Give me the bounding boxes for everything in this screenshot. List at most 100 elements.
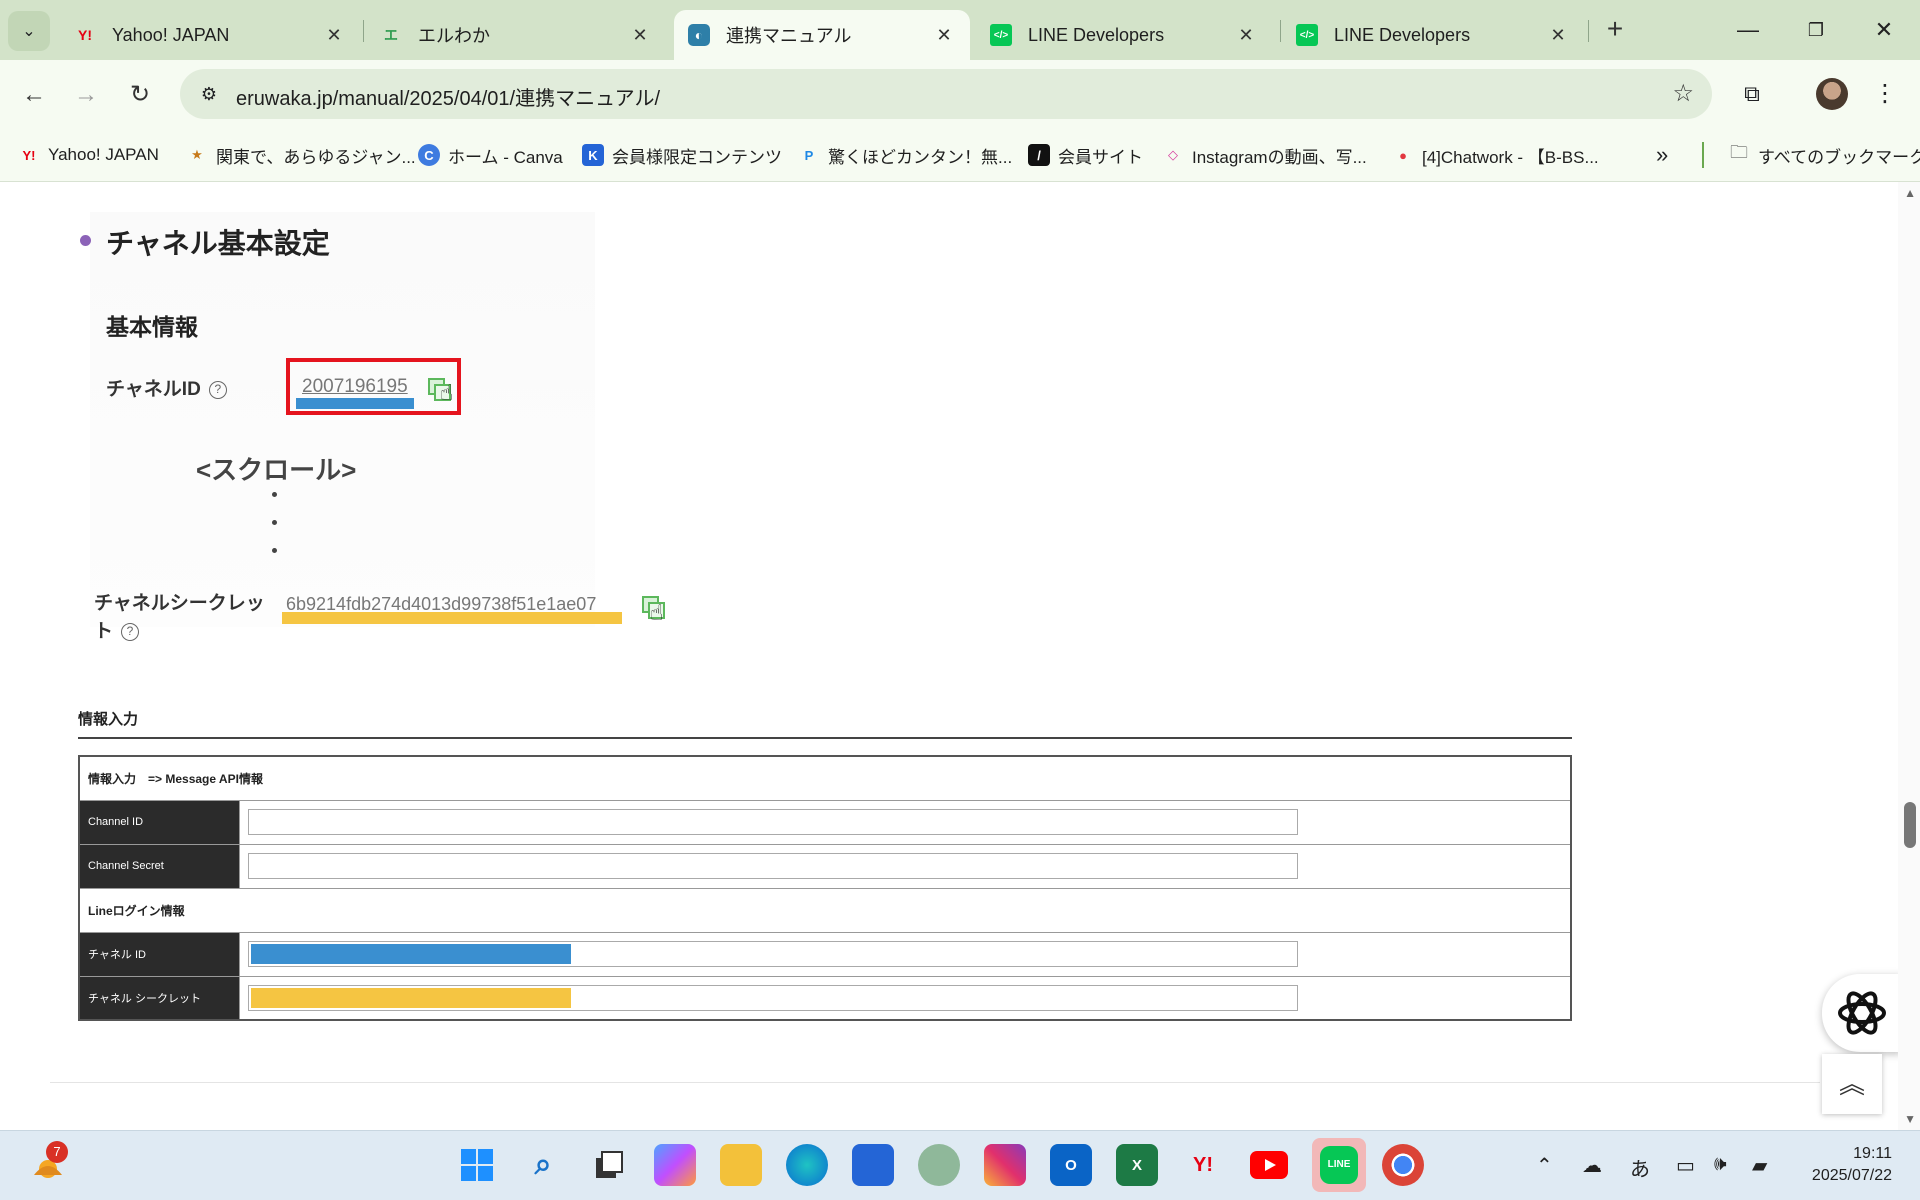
- basic-info-heading: 基本情報: [106, 314, 198, 340]
- windows-start-icon[interactable]: [456, 1144, 498, 1186]
- tab-search-chevron-icon[interactable]: ⌄: [8, 11, 50, 51]
- tab-close-icon[interactable]: ✕: [932, 25, 956, 46]
- bookmark-label: 会員様限定コンテンツ: [612, 147, 782, 167]
- channel-id-label-text: チャネルID: [106, 379, 201, 400]
- health-app-icon[interactable]: [918, 1144, 960, 1186]
- chrome-browser-icon[interactable]: [1382, 1144, 1424, 1186]
- more-bookmarks-chevron-icon[interactable]: »: [1656, 142, 1668, 168]
- channel-secret-label: チャネルシークレット?: [94, 590, 274, 646]
- chatwork-icon: ●: [1399, 147, 1407, 163]
- tab-close-icon[interactable]: ✕: [628, 25, 652, 46]
- instagram-app-icon[interactable]: [984, 1144, 1026, 1186]
- bookmark-members-content[interactable]: K 会員様限定コンテンツ: [582, 140, 782, 170]
- login-channel-secret-input[interactable]: [247, 984, 1298, 1011]
- heading-divider: [78, 737, 1572, 739]
- copilot-icon[interactable]: [654, 1144, 696, 1186]
- row-label-channel-id: Channel ID: [78, 799, 240, 845]
- yahoo-app-icon[interactable]: Y!: [1182, 1144, 1224, 1186]
- scroll-to-top-chevron-icon[interactable]: ︽: [1822, 1054, 1882, 1114]
- url-text[interactable]: eruwaka.jp/manual/2025/04/01/連携マニュアル/: [236, 82, 660, 111]
- network-icon[interactable]: ▭: [1676, 1153, 1695, 1178]
- all-bookmarks-folder[interactable]: 🗀 すべてのブックマーク: [1728, 140, 1920, 170]
- onedrive-cloud-icon[interactable]: ☁: [1582, 1153, 1602, 1178]
- battery-icon[interactable]: ▰: [1752, 1153, 1767, 1178]
- forward-arrow-icon[interactable]: →: [66, 75, 106, 115]
- tab-strip: ⌄ Y! Yahoo! JAPAN ✕ エ エルわか ✕ ◐ 連携マニュアル ✕…: [0, 0, 1920, 60]
- help-icon: ?: [208, 380, 227, 399]
- weather-widget[interactable]: 7: [28, 1141, 68, 1185]
- tab-line-developers-2[interactable]: </> LINE Developers ✕: [1282, 10, 1584, 60]
- star-icon: ★: [191, 147, 203, 162]
- tab-close-icon[interactable]: ✕: [1546, 25, 1570, 46]
- tab-manual-active[interactable]: ◐ 連携マニュアル ✕: [674, 10, 970, 60]
- edge-browser-icon[interactable]: [786, 1144, 828, 1186]
- openai-logo-icon: [1838, 991, 1886, 1035]
- youtube-icon[interactable]: [1248, 1144, 1290, 1186]
- instagram-icon: ◇: [1168, 147, 1178, 162]
- channel-secret-input[interactable]: [247, 853, 1298, 879]
- bookmarks-separator: [1702, 142, 1704, 168]
- file-explorer-folder-icon[interactable]: [720, 1144, 762, 1186]
- profile-avatar[interactable]: [1816, 78, 1848, 110]
- field-cell: [238, 843, 1572, 889]
- address-bar[interactable]: ⚙ eruwaka.jp/manual/2025/04/01/連携マニュアル/ …: [180, 69, 1712, 119]
- bookmark-member-site[interactable]: / 会員サイト: [1028, 140, 1143, 170]
- bookmark-chatwork[interactable]: ● [4]Chatwork - 【B-BS...: [1392, 140, 1599, 170]
- scroll-up-arrow-icon[interactable]: ▲: [1904, 186, 1916, 200]
- scrollbar-thumb[interactable]: [1904, 802, 1916, 848]
- field-cell: [238, 975, 1572, 1021]
- login-channel-id-input[interactable]: [247, 941, 1298, 967]
- bookmark-canva[interactable]: C ホーム - Canva: [418, 140, 563, 170]
- system-clock[interactable]: 19:11 2025/07/22: [1802, 1143, 1892, 1187]
- tab-close-icon[interactable]: ✕: [1234, 25, 1258, 46]
- volume-icon[interactable]: 🕪: [1714, 1153, 1727, 1176]
- table-row: チャネル ID: [78, 931, 1572, 977]
- ime-indicator[interactable]: あ: [1630, 1153, 1650, 1182]
- minimize-icon[interactable]: —: [1728, 12, 1768, 48]
- reload-icon[interactable]: ↻: [120, 75, 160, 115]
- tab-yahoo[interactable]: Y! Yahoo! JAPAN ✕: [60, 10, 360, 60]
- ellipsis-dot: [272, 520, 277, 525]
- tab-close-icon[interactable]: ✕: [322, 25, 346, 46]
- section-bullet: [80, 235, 91, 246]
- table-row: Channel Secret: [78, 843, 1572, 889]
- channel-id-input[interactable]: [247, 809, 1298, 835]
- scroll-down-arrow-icon[interactable]: ▼: [1904, 1112, 1916, 1126]
- bookmark-instagram[interactable]: ◇ Instagramの動画、写...: [1162, 140, 1367, 170]
- row-label-channel-id-jp: チャネル ID: [78, 931, 240, 977]
- page-scrollbar[interactable]: ▲ ▼: [1898, 182, 1920, 1130]
- bookmark-yahoo[interactable]: Y! Yahoo! JAPAN: [18, 140, 159, 170]
- close-window-icon[interactable]: ✕: [1864, 12, 1904, 48]
- search-icon[interactable]: ⌕: [522, 1144, 564, 1186]
- browser-toolbar: ← → ↻ ⚙ eruwaka.jp/manual/2025/04/01/連携マ…: [0, 60, 1920, 130]
- restore-icon[interactable]: ❐: [1796, 12, 1836, 48]
- bookmark-easy[interactable]: P 驚くほどカンタン！無...: [798, 140, 1013, 170]
- tab-line-developers-1[interactable]: </> LINE Developers ✕: [976, 10, 1272, 60]
- microsoft-store-icon[interactable]: [852, 1144, 894, 1186]
- hand-cursor-icon: ☝: [440, 380, 454, 405]
- ai-chat-widget[interactable]: [1822, 974, 1902, 1052]
- excel-icon[interactable]: X: [1116, 1144, 1158, 1186]
- yellow-marker-fill: [250, 987, 571, 1008]
- tab-title: エルわか: [418, 26, 490, 46]
- blue-marker-fill: [250, 944, 571, 964]
- outlook-icon[interactable]: O: [1050, 1144, 1092, 1186]
- line-app-icon-active[interactable]: LINE: [1312, 1138, 1366, 1192]
- tab-title: LINE Developers: [1028, 24, 1165, 45]
- table-row: Channel ID: [78, 799, 1572, 845]
- line-logo-icon: LINE: [1320, 1146, 1358, 1184]
- channel-id-blue-marker: [296, 398, 414, 409]
- back-arrow-icon[interactable]: ←: [14, 75, 54, 115]
- site-info-icon[interactable]: ⚙: [194, 79, 224, 109]
- kebab-menu-icon[interactable]: ⋮: [1870, 76, 1900, 112]
- bookmark-kanto[interactable]: ★ 関東で、あらゆるジャン...: [186, 140, 415, 170]
- bookmark-label: [4]Chatwork - 【B-BS...: [1422, 147, 1599, 167]
- line-developers-favicon-icon: </>: [1296, 24, 1318, 46]
- tab-eruwaka[interactable]: エ エルわか ✕: [366, 10, 666, 60]
- bookmark-star-icon[interactable]: ☆: [1672, 79, 1694, 108]
- new-tab-plus-icon[interactable]: +: [1600, 14, 1630, 44]
- extensions-puzzle-icon[interactable]: ⧉: [1734, 76, 1770, 112]
- show-hidden-icons-chevron-icon[interactable]: ⌃: [1536, 1153, 1553, 1178]
- yahoo-favicon-icon: Y!: [78, 27, 92, 43]
- task-view-icon[interactable]: [588, 1144, 630, 1186]
